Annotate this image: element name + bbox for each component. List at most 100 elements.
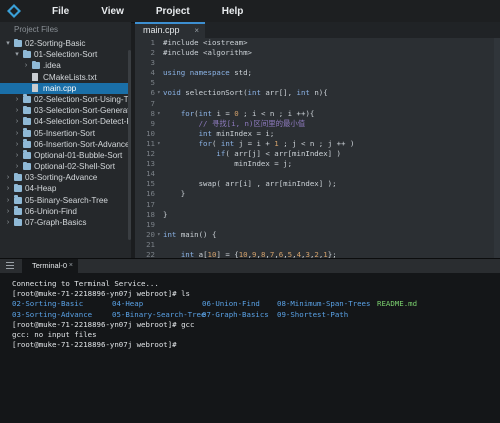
tree-item-label: Optional-01-Bubble-Sort [34,150,123,160]
tree-item[interactable]: › 07-Graph-Basics [0,217,131,228]
tree-item-label: CMakeLists.txt [43,72,97,82]
chevron-right-icon[interactable]: › [4,172,12,183]
code-line: 6 ▾ void selectionSort(int arr[], int n){ [135,88,500,98]
code-line: 4 using namespace std; [135,68,500,78]
line-number: 19 [146,219,155,229]
menu-help[interactable]: Help [222,6,244,17]
tree-item[interactable]: › .idea [0,60,131,71]
code-line: 3 [135,58,500,68]
menu-bar: File View Project Help [0,0,500,23]
folder-icon [23,116,31,126]
folder-icon [23,94,31,103]
tree-item[interactable]: › 04-Selection-Sort-Detect-P [0,116,131,127]
terminal-line: [root@muke-71-2218896-yn07j webroot]# gc… [12,319,195,329]
tree-item[interactable]: › 06-Union-Find [0,206,131,217]
line-number: 20 [146,229,155,239]
tree-item[interactable]: › 03-Selection-Sort-Generate [0,105,131,116]
ls-directory: 03-Sorting-Advance [12,309,93,319]
line-number: 15 [146,179,155,189]
tree-item-label: 07-Graph-Basics [25,218,87,227]
tab-main-cpp[interactable]: main.cpp × [135,22,205,38]
ls-directory: 07-Graph-Basics [202,309,269,319]
folder-icon [23,150,31,159]
line-number: 4 [150,68,155,78]
close-icon[interactable]: × [194,24,199,37]
folder-icon [23,105,31,115]
ls-directory: 02-Sorting-Basic [12,299,84,309]
tree-item[interactable]: › Optional-02-Shell-Sort [0,161,131,172]
tree-item-label: 05-Insertion-Sort [34,128,95,138]
tree-item[interactable]: › 05-Insertion-Sort [0,128,131,139]
code-area[interactable]: 1 #include <iostream> 2 #include <algorithm… [135,38,500,258]
sidebar-scrollbar[interactable] [128,50,131,240]
ls-directory: 09-Shortest-Path [277,309,349,319]
line-number: 13 [146,159,155,169]
line-number: 16 [146,189,155,199]
close-icon[interactable]: × [69,259,73,273]
chevron-right-icon[interactable]: › [13,116,21,127]
chevron-down-icon[interactable]: ▾ [4,38,12,49]
tree-item[interactable]: ▾ 02-Sorting-Basic [0,38,131,49]
tree-item-label: main.cpp [43,83,77,93]
line-number: 18 [146,209,155,219]
line-number: 7 [150,98,155,108]
editor-scrollbar[interactable] [494,38,500,258]
tree-item[interactable]: › 05-Binary-Search-Tree [0,195,131,206]
tree-item[interactable]: › 06-Insertion-Sort-Advance [0,139,131,150]
code-line: 11 ▾ for( int j = i + 1 ; j < n ; j ++ ) [135,139,500,149]
tab-label: main.cpp [143,25,180,35]
chevron-right-icon[interactable]: › [4,217,12,228]
folder-icon [23,128,31,137]
code-line: 9 // 寻找[i, n)区间里的最小值 [135,119,500,129]
chevron-right-icon[interactable]: › [13,94,21,105]
code-text: using namespace std; [163,68,253,78]
code-line: 2 #include <algorithm> [135,48,500,58]
terminal-menu-icon[interactable] [6,262,14,270]
tree-item[interactable]: › 02-Selection-Sort-Using-Te [0,94,131,105]
tree-item[interactable]: CMakeLists.txt [0,72,131,83]
chevron-right-icon[interactable]: › [13,105,21,116]
code-line: 20 ▾ int main() { [135,230,500,240]
folder-icon [23,161,31,171]
code-text: // 寻找[i, n)区间里的最小值 [198,118,306,128]
code-line: 16 } [135,189,500,199]
chevron-right-icon[interactable]: › [4,195,12,206]
line-number: 21 [146,239,155,249]
code-line: 1 #include <iostream> [135,38,500,48]
ls-directory: 04-Heap [112,299,144,309]
code-editor: main.cpp × 1 #include <iostream> 2 #include… [135,22,500,258]
terminal-output[interactable]: Connecting to Terminal Service... [root@m… [0,273,500,350]
tree-item-label: 01-Selection-Sort [34,50,98,60]
chevron-right-icon[interactable]: › [4,183,12,194]
chevron-right-icon[interactable]: › [4,206,12,217]
line-number: 6 [150,88,155,98]
tree-item[interactable]: ▾ 01-Selection-Sort [0,49,131,60]
code-line: 12 if( arr[j] < arr[minIndex] ) [135,149,500,159]
code-text: #include <algorithm> [163,48,252,58]
code-text: if( arr[j] < arr[minIndex] ) [216,149,342,159]
menu-file[interactable]: File [52,6,69,17]
folder-icon [14,206,22,215]
tree-item[interactable]: › 04-Heap [0,183,131,194]
tree-item-label: 04-Heap [25,184,57,194]
menu-project[interactable]: Project [156,6,190,17]
chevron-right-icon[interactable]: › [13,150,21,161]
code-line: 14 [135,169,500,179]
line-number: 2 [150,48,155,58]
tab-terminal-0[interactable]: Terminal-0 × [22,259,78,273]
app-logo-icon [7,4,21,18]
chevron-right-icon[interactable]: › [13,139,21,150]
tree-item[interactable]: main.cpp [0,82,131,94]
menu-view[interactable]: View [101,6,124,17]
chevron-down-icon[interactable]: ▾ [13,49,21,60]
editor-tab-bar: main.cpp × [135,22,500,38]
terminal-line: 02-Sorting-Basic 04-Heap 06-Union-Find 08-M… [12,299,494,309]
tree-item[interactable]: › 03-Sorting-Advance [0,172,131,183]
code-text: swap( arr[i] , arr[minIndex] ); [163,179,337,189]
chevron-right-icon[interactable]: › [13,128,21,139]
ls-directory: 08-Minimum-Span-Trees [277,299,371,309]
terminal-line: [root@muke-71-2218896-yn07j webroot]# ls [12,289,190,299]
chevron-right-icon[interactable]: › [13,161,21,172]
chevron-right-icon[interactable]: › [22,60,30,71]
tree-item[interactable]: › Optional-01-Bubble-Sort [0,150,131,161]
